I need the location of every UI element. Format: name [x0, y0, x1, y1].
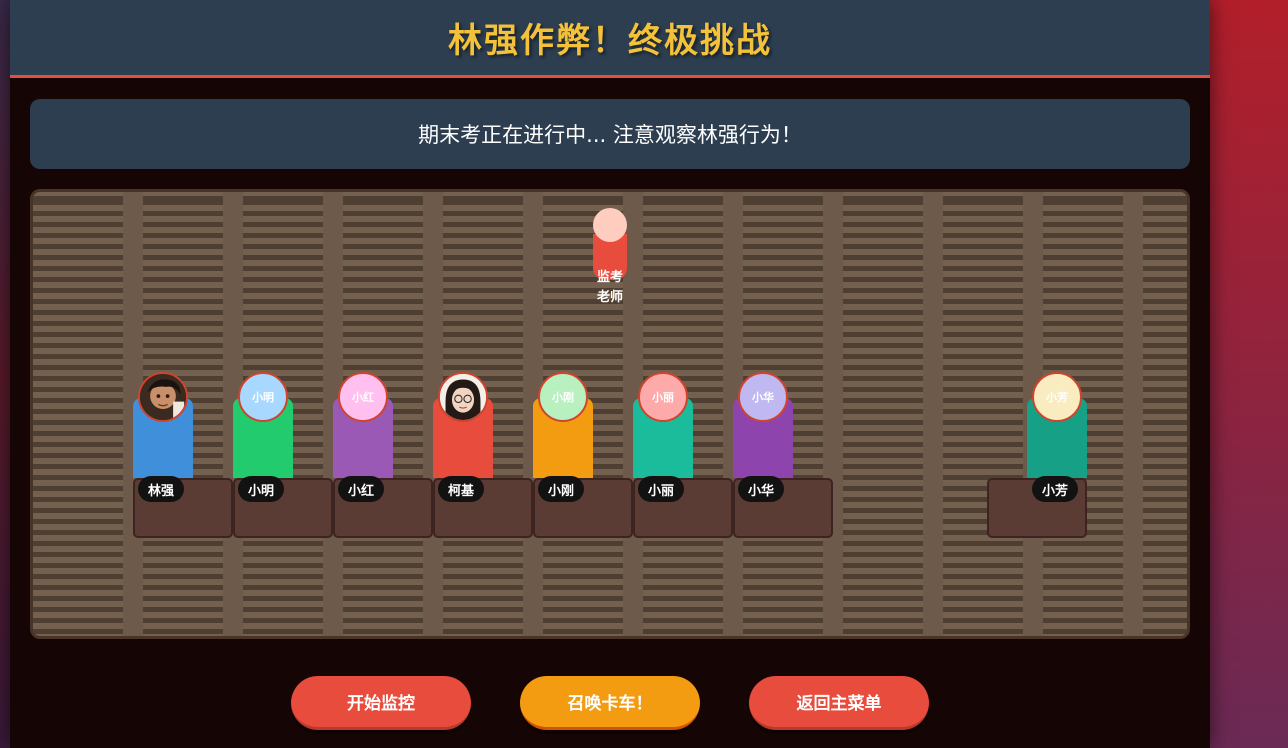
student-avatar[interactable]: 小华 — [738, 372, 788, 422]
classroom-area: 监考 老师 林强 小明 小明 小红 小红 柯基 小刚 小刚 小丽 小丽 小华 小华 小芳 小芳 — [30, 189, 1190, 639]
student-avatar[interactable]: 小芳 — [1032, 372, 1082, 422]
header-bar: 林强作弊！终极挑战 — [10, 0, 1210, 78]
student-name-tag: 小刚 — [538, 476, 585, 502]
student-name-tag: 小明 — [238, 476, 285, 502]
back-to-menu-button[interactable]: 返回主菜单 — [749, 676, 929, 730]
game-container: 林强作弊！终极挑战 期末考正在进行中... 注意观察林强行为！ 监考 老师 林强… — [10, 0, 1210, 748]
avatar-initial: 小明 — [252, 391, 274, 404]
teacher: 监考 老师 — [593, 208, 627, 318]
teacher-label-line2: 老师 — [596, 290, 623, 305]
background-right — [1210, 0, 1288, 748]
status-message: 期末考正在进行中... 注意观察林强行为！ — [418, 123, 802, 147]
teacher-label-line1: 监考 — [596, 270, 623, 285]
student-name-tag: 小芳 — [1032, 476, 1079, 502]
student-avatar-photo[interactable] — [138, 372, 188, 422]
game-title: 林强作弊！终极挑战 — [448, 21, 772, 61]
start-monitoring-button[interactable]: 开始监控 — [291, 676, 471, 730]
background-left — [0, 0, 10, 748]
student-avatar[interactable]: 小丽 — [638, 372, 688, 422]
avatar-initial: 小华 — [752, 391, 774, 404]
avatar-initial: 小刚 — [552, 391, 574, 404]
student-avatar[interactable]: 小刚 — [538, 372, 588, 422]
teacher-label: 监考 老师 — [583, 268, 637, 308]
student-name-tag: 小红 — [338, 476, 385, 502]
student-avatar-photo[interactable] — [438, 372, 488, 422]
student-name-tag: 小丽 — [638, 476, 685, 502]
avatar-initial: 小芳 — [1046, 391, 1068, 404]
student-name-tag: 林强 — [138, 476, 185, 502]
teacher-head — [593, 208, 627, 242]
student-name-tag: 小华 — [738, 476, 785, 502]
student-avatar[interactable]: 小明 — [238, 372, 288, 422]
status-panel: 期末考正在进行中... 注意观察林强行为！ — [30, 99, 1190, 169]
summon-truck-button[interactable]: 召唤卡车！ — [520, 676, 700, 730]
student-avatar[interactable]: 小红 — [338, 372, 388, 422]
avatar-initial: 小丽 — [652, 391, 674, 404]
avatar-initial: 小红 — [352, 391, 374, 404]
student-name-tag: 柯基 — [438, 476, 485, 502]
